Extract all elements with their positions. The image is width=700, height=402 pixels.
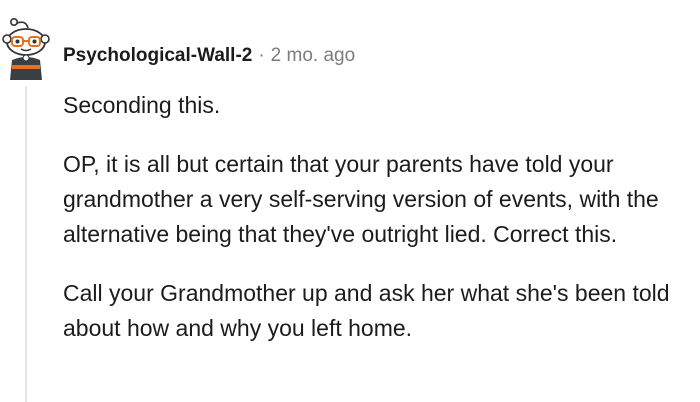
meta-separator: · xyxy=(258,45,265,66)
thread-line[interactable] xyxy=(25,86,27,402)
author-link[interactable]: Psychological-Wall-2 xyxy=(63,45,252,67)
avatar[interactable] xyxy=(0,17,52,80)
comment-paragraph: OP, it is all but certain that your pare… xyxy=(63,151,659,247)
comment: Psychological-Wall-2 · 2 mo. ago Secondi… xyxy=(0,0,700,402)
timestamp-link[interactable]: 2 mo. ago xyxy=(271,45,356,67)
comment-paragraph: Call your Grandmother up and ask her wha… xyxy=(63,280,670,341)
comment-paragraph: Seconding this. xyxy=(63,92,221,118)
comment-header: Psychological-Wall-2 · 2 mo. ago xyxy=(63,42,355,70)
reddit-snoo-avatar-icon xyxy=(2,17,50,80)
comment-body: Seconding this. OP, it is all but certai… xyxy=(63,88,693,370)
